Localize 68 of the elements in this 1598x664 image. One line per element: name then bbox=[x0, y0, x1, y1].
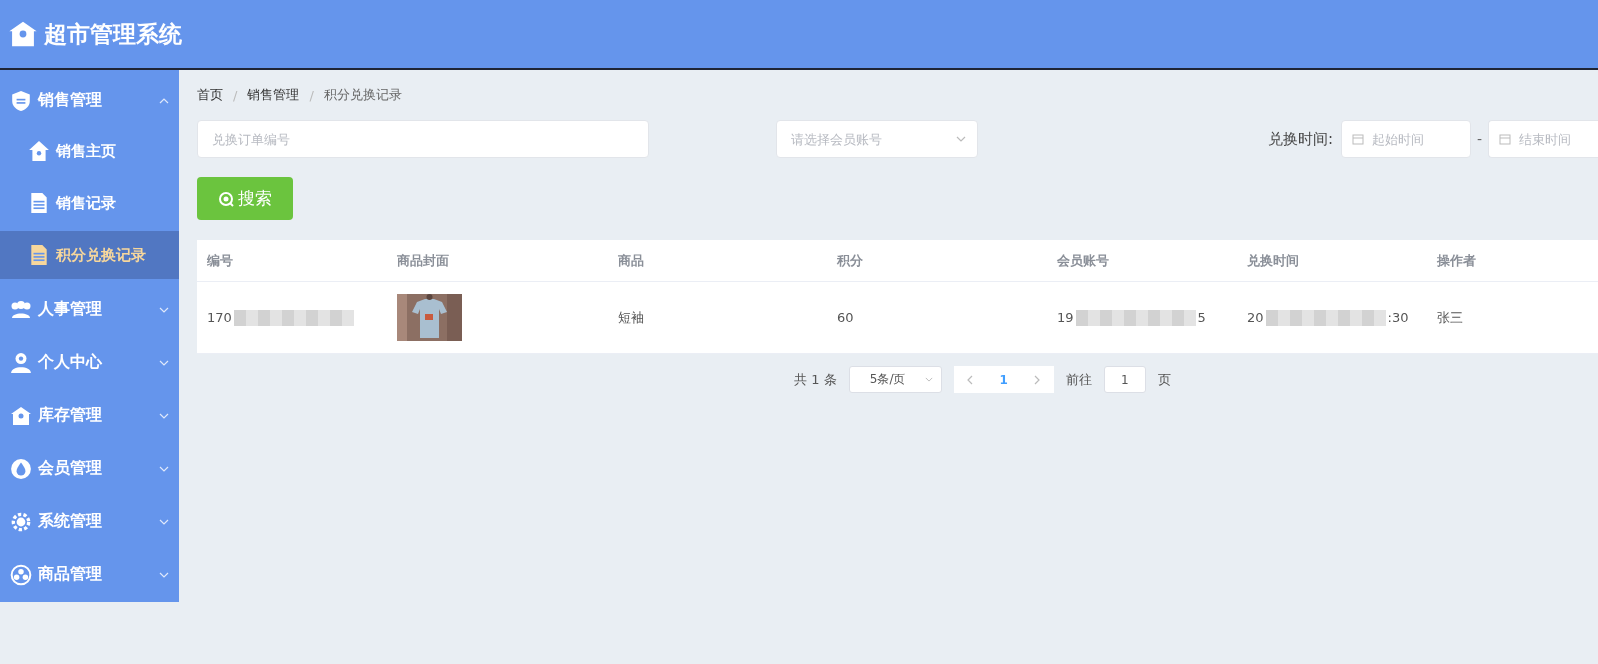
person-icon bbox=[10, 351, 32, 374]
breadcrumb-link[interactable]: 首页 bbox=[197, 86, 223, 104]
breadcrumb-link[interactable]: 销售管理 bbox=[247, 86, 300, 104]
range-separator: - bbox=[1476, 131, 1482, 147]
chevron-up-icon bbox=[159, 97, 169, 104]
menu-item[interactable]: 积分兑换记录 bbox=[0, 231, 179, 279]
document-icon bbox=[28, 192, 50, 214]
menu-group[interactable]: 系统管理 bbox=[0, 495, 179, 548]
column-header: 商品 bbox=[617, 251, 645, 270]
gear-icon bbox=[10, 510, 32, 533]
app-title: 超市管理系统 bbox=[44, 19, 182, 49]
search-button[interactable]: 搜索 bbox=[197, 177, 293, 220]
store-icon bbox=[10, 404, 32, 427]
table-cell: 170 bbox=[207, 310, 232, 325]
menu-group[interactable]: 人事管理 bbox=[0, 283, 179, 336]
menu-item[interactable]: 销售主页 bbox=[0, 127, 179, 175]
table-cell: 张三 bbox=[1437, 308, 1463, 327]
order-number-field[interactable]: 兑换订单编号 bbox=[197, 120, 649, 158]
table-cell: 60 bbox=[837, 310, 854, 325]
start-date-field[interactable]: 起始时间 bbox=[1340, 120, 1471, 158]
column-header: 编号 bbox=[206, 251, 234, 270]
calendar-icon bbox=[1499, 133, 1511, 145]
water-drop-icon bbox=[10, 457, 32, 480]
table-cell: 19 bbox=[1057, 310, 1074, 325]
goto-label: 前往 bbox=[1065, 370, 1092, 389]
menu-group[interactable]: 库存管理 bbox=[0, 389, 179, 442]
column-header: 积分 bbox=[836, 251, 864, 270]
menu-group[interactable]: 商品管理 bbox=[0, 548, 179, 601]
table-cell: 20 bbox=[1247, 310, 1264, 325]
calendar-icon bbox=[1351, 133, 1364, 145]
store-icon bbox=[8, 19, 38, 49]
house-icon bbox=[28, 140, 50, 162]
column-header: 操作者 bbox=[1436, 251, 1477, 270]
goto-page-field[interactable]: 1 bbox=[1103, 366, 1146, 393]
breadcrumb-separator: / bbox=[233, 87, 238, 103]
column-header: 兑换时间 bbox=[1246, 251, 1300, 270]
time-label: 兑换时间: bbox=[1267, 129, 1333, 149]
breadcrumb-separator: / bbox=[309, 87, 314, 103]
page-suffix: 页 bbox=[1157, 370, 1171, 389]
globe-icon bbox=[10, 563, 32, 586]
table-cell: 5 bbox=[1197, 310, 1206, 325]
page-number[interactable]: 1 bbox=[999, 372, 1008, 387]
chevron-down-icon bbox=[956, 136, 966, 142]
shield-icon bbox=[10, 89, 32, 112]
total-count: 共 1 条 bbox=[794, 370, 837, 389]
chevron-down-icon bbox=[159, 518, 169, 525]
table-cell: 短袖 bbox=[618, 308, 644, 327]
chevron-down-icon bbox=[924, 377, 933, 382]
people-icon bbox=[10, 298, 32, 321]
chevron-down-icon bbox=[159, 571, 169, 578]
member-select[interactable]: 请选择会员账号 bbox=[776, 120, 978, 158]
chevron-right-icon[interactable] bbox=[1034, 374, 1041, 385]
chevron-down-icon bbox=[159, 465, 169, 472]
table-cell: :30 bbox=[1387, 310, 1409, 325]
column-header: 会员账号 bbox=[1056, 251, 1110, 270]
column-header: 商品封面 bbox=[396, 251, 450, 270]
menu-item[interactable]: 销售记录 bbox=[0, 179, 179, 227]
chevron-down-icon bbox=[159, 359, 169, 366]
document-icon bbox=[28, 244, 50, 266]
chevron-down-icon bbox=[159, 306, 169, 313]
menu-group[interactable]: 个人中心 bbox=[0, 336, 179, 389]
chevron-left-icon[interactable] bbox=[967, 374, 974, 385]
page-size-select[interactable]: 5条/页 bbox=[848, 366, 942, 393]
menu-group[interactable]: 会员管理 bbox=[0, 442, 179, 495]
chevron-down-icon bbox=[159, 412, 169, 419]
end-date-field[interactable]: 结束时间 bbox=[1488, 120, 1598, 158]
menu-group[interactable]: 销售管理 bbox=[0, 74, 179, 127]
search-icon bbox=[218, 190, 234, 207]
